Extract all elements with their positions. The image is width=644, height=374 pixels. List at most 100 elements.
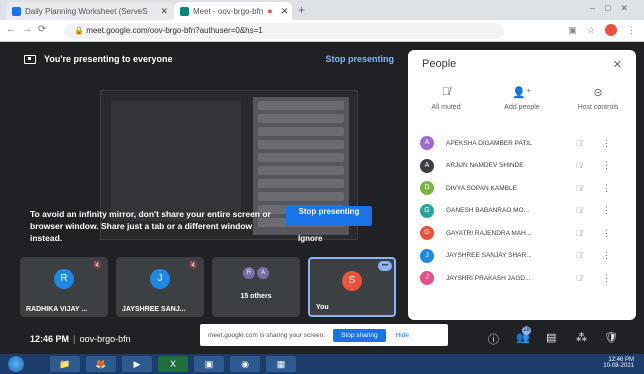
meeting-time: 12:46 PM (30, 334, 70, 344)
hide-button[interactable]: Hide (396, 332, 409, 339)
camera-icon[interactable]: ▣ (568, 25, 577, 36)
mic-off-icon[interactable]: 🎙̸ (576, 206, 582, 215)
others-count: 15 others (240, 293, 272, 300)
stop-presenting-link[interactable]: Stop presenting (325, 54, 394, 64)
list-item[interactable]: J JAYSHRI PRAKASH JAGD... 🎙̸ ⋮ (408, 267, 636, 290)
info-icon[interactable]: ⓘ (488, 331, 499, 347)
close-tab-icon[interactable]: ✕ (281, 6, 289, 17)
stop-sharing-button[interactable]: Stop sharing (333, 328, 386, 342)
host-controls-button[interactable]: ⊝ Host controls (563, 86, 633, 111)
avatar: R (54, 269, 74, 289)
meet-stage: You're presenting to everyone Stop prese… (0, 42, 644, 354)
mic-off-icon[interactable]: 🎙̸ (576, 184, 582, 193)
presenting-banner: You're presenting to everyone Stop prese… (24, 50, 394, 68)
start-button[interactable] (8, 356, 24, 372)
more-vert-icon[interactable]: ⋮ (602, 228, 611, 239)
more-vert-icon[interactable]: ⋮ (602, 205, 611, 216)
all-muted-button[interactable]: 🎙̸ All muted (411, 86, 481, 111)
media-player-icon[interactable]: ▶ (122, 356, 152, 372)
window-controls[interactable]: –□✕ (590, 3, 638, 14)
person-name: JAYSHRI PRAKASH JAGD... (446, 274, 531, 282)
mic-off-icon[interactable]: 🎙̸ (576, 251, 582, 260)
more-options-icon[interactable]: ••• (378, 261, 392, 271)
action-label: Host controls (577, 104, 619, 111)
avatar: J (150, 269, 170, 289)
avatar: A (420, 158, 434, 173)
avatar: A (257, 267, 269, 279)
tab-worksheet[interactable]: Daily Planning Worksheet (ServeS ✕ (6, 2, 174, 20)
mic-off-icon[interactable]: 🎙̸ (576, 139, 582, 148)
others-avatars: R A (243, 267, 269, 279)
action-label: Add people (504, 104, 540, 111)
tab-label: Daily Planning Worksheet (ServeS (25, 6, 148, 16)
profile-avatar[interactable] (605, 24, 617, 36)
meet-icon (180, 6, 189, 16)
person-name: DIVYA SOPAN KAMBLE (446, 184, 517, 192)
list-item[interactable]: J JAYSHREE SANJAY SHAR... 🎙̸ ⋮ (408, 245, 636, 268)
docs-icon (12, 6, 21, 16)
list-item[interactable]: G GAYATRI RAJENDRA MAH... 🎙̸ ⋮ (408, 222, 636, 245)
lock-icon[interactable]: 🛡 (604, 331, 618, 344)
toolbar-icons: ▣ ☆ ⋮ (568, 24, 636, 36)
avatar: A (420, 136, 434, 151)
present-screen-icon (24, 54, 36, 64)
close-icon[interactable]: ✕ (613, 58, 622, 71)
avatar: D (420, 181, 434, 196)
browser-tab-bar: Daily Planning Worksheet (ServeS ✕ Meet … (0, 0, 644, 20)
new-tab-button[interactable]: + (298, 3, 305, 17)
share-notice-text: meet.google.com is sharing your screen. (208, 331, 326, 339)
avatar: S (342, 271, 362, 291)
mic-off-icon: 🔇 (93, 262, 102, 269)
activities-icon[interactable]: ⁂ (576, 331, 587, 344)
meeting-code: oov-brgo-bfn (79, 334, 131, 344)
person-name: APEKSHA DIGAMBER PATIL (446, 139, 532, 147)
window-icon[interactable]: ▦ (266, 356, 296, 372)
file-explorer-icon[interactable]: 📁 (50, 356, 80, 372)
person-name: GAYATRI RAJENDRA MAH... (446, 229, 532, 237)
list-item[interactable]: A ARJUN NAMDEV SHINDE 🎙̸ ⋮ (408, 155, 636, 178)
close-tab-icon[interactable]: ✕ (160, 6, 168, 17)
participant-name: RADHIKA VIJAY ... (26, 306, 88, 313)
add-people-button[interactable]: 👤⁺ Add people (487, 86, 557, 111)
star-icon[interactable]: ☆ (587, 25, 595, 36)
chat-icon[interactable]: ▤ (546, 331, 556, 344)
list-item[interactable]: D DIVYA SOPAN KAMBLE 🎙̸ ⋮ (408, 177, 636, 200)
firefox-icon[interactable]: 🦊 (86, 356, 116, 372)
mic-off-icon[interactable]: 🎙̸ (576, 229, 582, 238)
presenting-text: You're presenting to everyone (44, 54, 173, 64)
list-item[interactable]: G GANESH BABANRAO MO... 🎙̸ ⋮ (408, 200, 636, 223)
excel-icon[interactable]: X (158, 356, 188, 372)
participant-tile[interactable]: 🔇 J JAYSHREE SANJ... (116, 257, 204, 317)
chrome-icon[interactable]: ◉ (230, 356, 260, 372)
others-tile[interactable]: R A 15 others (212, 257, 300, 317)
self-tile[interactable]: ••• S You (308, 257, 396, 317)
person-name: JAYSHREE SANJAY SHAR... (446, 252, 532, 260)
menu-icon[interactable]: ⋮ (627, 25, 636, 36)
mic-off-icon[interactable]: 🎙̸ (576, 274, 582, 283)
action-label: All muted (431, 104, 461, 111)
screen-share-notice: meet.google.com is sharing your screen. … (200, 324, 448, 346)
participant-tile[interactable]: 🔇 R RADHIKA VIJAY ... (20, 257, 108, 317)
mic-off-icon: 🎙̸ (441, 86, 451, 98)
mirror-inner (111, 101, 241, 221)
ignore-button[interactable]: Ignore (298, 234, 322, 243)
more-vert-icon[interactable]: ⋮ (602, 160, 611, 171)
stop-presenting-button[interactable]: Stop presenting (286, 206, 372, 226)
people-list: A APEKSHA DIGAMBER PATIL 🎙̸ ⋮ A ARJUN NA… (408, 132, 636, 290)
nav-buttons[interactable]: ←→⟳ (6, 24, 52, 35)
system-clock[interactable]: 12:46 PM 10-08-2021 (603, 357, 634, 369)
photos-icon[interactable]: ▣ (194, 356, 224, 372)
more-vert-icon[interactable]: ⋮ (602, 273, 611, 284)
more-vert-icon[interactable]: ⋮ (602, 138, 611, 149)
people-icon[interactable]: 👥 18 (516, 326, 531, 344)
list-item[interactable]: A APEKSHA DIGAMBER PATIL 🎙̸ ⋮ (408, 132, 636, 155)
people-count-badge: 18 (522, 326, 531, 335)
more-vert-icon[interactable]: ⋮ (602, 183, 611, 194)
more-vert-icon[interactable]: ⋮ (602, 250, 611, 261)
mic-off-icon[interactable]: 🎙̸ (576, 161, 582, 170)
meeting-details[interactable]: 12:46 PM | oov-brgo-bfn (30, 334, 131, 344)
url-field[interactable]: 🔒 meet.google.com/oov-brgo-bfn?authuser=… (64, 23, 504, 39)
tab-meet[interactable]: Meet - oov-brgo-bfn ● ✕ (174, 2, 292, 20)
avatar: J (420, 271, 434, 286)
add-person-icon: 👤⁺ (512, 87, 532, 99)
